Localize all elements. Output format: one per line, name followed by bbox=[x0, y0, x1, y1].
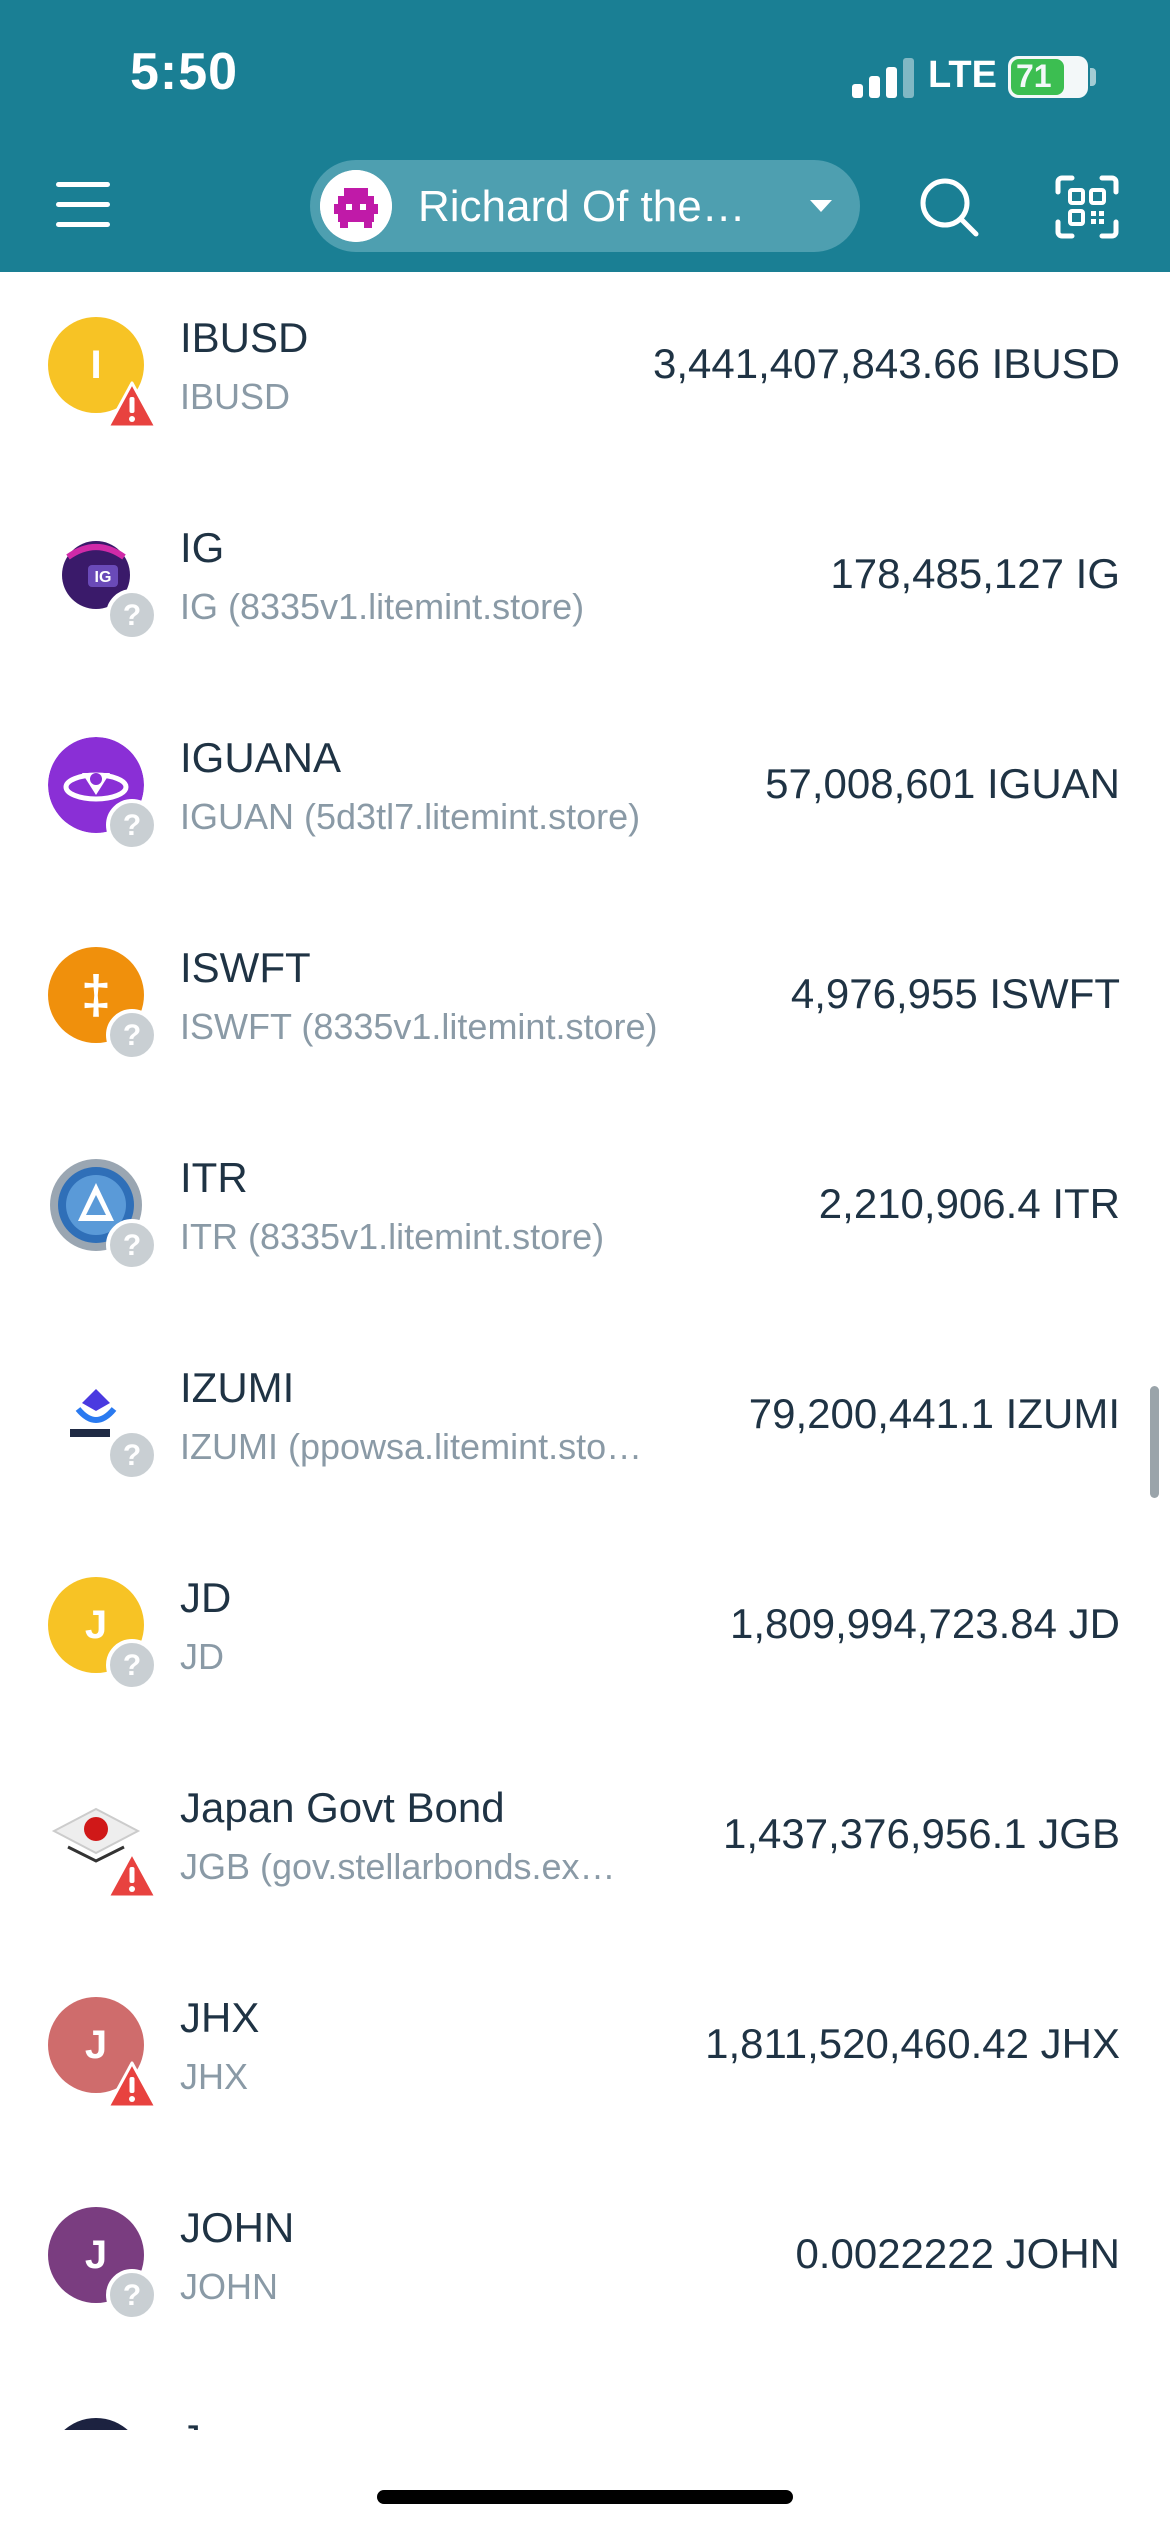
asset-issuer: JGB (gov.stellarbonds.ex… bbox=[180, 1846, 616, 1887]
asset-icon: ? bbox=[48, 1367, 158, 1481]
asset-issuer: IZUMI (ppowsa.litemint.sto… bbox=[180, 1426, 643, 1467]
network-type: LTE bbox=[928, 54, 997, 96]
asset-balance: 1,437,376,956.1 JGB bbox=[723, 1810, 1120, 1857]
list-item[interactable]: ? ITR ITR (8335v1.litemint.store) 2,210,… bbox=[0, 1112, 1170, 1322]
asset-balance: 178,485,127 IG bbox=[830, 550, 1120, 597]
asset-name: Japan Govt Bond bbox=[180, 1784, 505, 1831]
asset-issuer: ITR (8335v1.litemint.store) bbox=[180, 1216, 605, 1257]
asset-name: JOHN bbox=[180, 2204, 295, 2251]
asset-name: IZUMI bbox=[180, 1364, 295, 1411]
asset-balance: 57,008,601 IGUAN bbox=[765, 760, 1120, 807]
warning-icon bbox=[106, 381, 158, 429]
asset-balance: 1,809,994,723.84 JD bbox=[730, 1600, 1120, 1647]
battery-tip bbox=[1090, 68, 1096, 86]
asset-balance: 3,441,407,843.66 IBUSD bbox=[652, 340, 1120, 387]
asset-icon: ? bbox=[48, 1157, 158, 1271]
asset-balance: 79,200,441.1 IZUMI bbox=[748, 1390, 1120, 1437]
svg-text:?: ? bbox=[123, 1649, 141, 1682]
asset-name: J bbox=[180, 2416, 201, 2430]
list-item[interactable]: Japan Govt Bond JGB (gov.stellarbonds.ex… bbox=[0, 1742, 1170, 1952]
asset-issuer: JD bbox=[180, 1636, 224, 1677]
account-selector[interactable]: Richard Of the… bbox=[310, 160, 860, 252]
list-item[interactable]: J ? JOHN JOHN 0.0022222 JOHN bbox=[0, 2162, 1170, 2372]
asset-icon bbox=[48, 2418, 144, 2430]
top-header: 5:50 LTE 71 Richard Of the… bbox=[0, 0, 1170, 272]
list-item-partial[interactable]: J bbox=[0, 2410, 1170, 2430]
scrollbar[interactable] bbox=[1150, 1386, 1159, 1498]
search-icon[interactable] bbox=[916, 174, 982, 240]
warning-icon bbox=[106, 2061, 158, 2109]
asset-name: IG bbox=[180, 524, 225, 571]
asset-icon: ‡ ? bbox=[48, 947, 158, 1061]
warning-icon bbox=[106, 1851, 158, 1899]
asset-balance: 2,210,906.4 ITR bbox=[818, 1180, 1120, 1227]
svg-text:?: ? bbox=[123, 1019, 141, 1052]
account-avatar bbox=[320, 170, 392, 242]
question-icon: ? bbox=[106, 2269, 158, 2321]
asset-name: JHX bbox=[180, 1994, 260, 2041]
status-time: 5:50 bbox=[130, 43, 239, 101]
asset-balance: 0.0022222 JOHN bbox=[795, 2230, 1120, 2277]
asset-name: ISWFT bbox=[180, 944, 311, 991]
asset-list: I IBUSD IBUSD 3,441,407,843.66 IBUSD IG … bbox=[0, 272, 1170, 2420]
cellular-signal-icon bbox=[852, 58, 914, 98]
list-item[interactable]: J JHX JHX 1,811,520,460.42 JHX bbox=[0, 1952, 1170, 2162]
svg-text:?: ? bbox=[123, 2279, 141, 2312]
battery-level: 71 bbox=[1016, 58, 1052, 94]
chevron-down-icon bbox=[810, 200, 832, 212]
asset-issuer: IGUAN (5d3tl7.litemint.store) bbox=[180, 796, 641, 837]
question-icon: ? bbox=[106, 1429, 158, 1481]
svg-text:?: ? bbox=[123, 809, 141, 842]
asset-issuer: JHX bbox=[180, 2056, 249, 2097]
asset-balance: 4,976,955 ISWFT bbox=[790, 970, 1120, 1017]
asset-name: JD bbox=[180, 1574, 232, 1621]
asset-icon: J bbox=[48, 1997, 158, 2109]
list-item[interactable]: ‡ ? ISWFT ISWFT (8335v1.litemint.store) … bbox=[0, 902, 1170, 1112]
question-icon: ? bbox=[106, 589, 158, 641]
list-item[interactable]: J ? JD JD 1,809,994,723.84 JD bbox=[0, 1532, 1170, 1742]
asset-icon bbox=[48, 1787, 158, 1899]
asset-icon: J ? bbox=[48, 2207, 158, 2321]
account-name: Richard Of the… bbox=[418, 182, 746, 231]
status-bar: 5:50 LTE 71 bbox=[0, 0, 1170, 150]
asset-icon: IG ? bbox=[48, 527, 158, 641]
asset-name: IGUANA bbox=[180, 734, 342, 781]
svg-text:IG: IG bbox=[95, 569, 112, 586]
question-icon: ? bbox=[106, 1639, 158, 1691]
asset-issuer: JOHN bbox=[180, 2266, 278, 2307]
list-item[interactable]: ? IGUANA IGUAN (5d3tl7.litemint.store) 5… bbox=[0, 692, 1170, 902]
home-indicator[interactable] bbox=[377, 2490, 793, 2504]
asset-balance: 1,811,520,460.42 JHX bbox=[705, 2020, 1120, 2067]
svg-text:?: ? bbox=[123, 1229, 141, 1262]
battery-icon: 71 bbox=[1008, 56, 1088, 98]
asset-issuer: IBUSD bbox=[180, 376, 291, 417]
asset-icon: ? bbox=[48, 737, 158, 851]
asset-icon: I bbox=[48, 317, 158, 429]
question-icon: ? bbox=[106, 1009, 158, 1061]
asset-icon: J ? bbox=[48, 1577, 158, 1691]
hamburger-menu-icon[interactable] bbox=[52, 176, 116, 232]
asset-name: ITR bbox=[180, 1154, 248, 1201]
list-item[interactable]: I IBUSD IBUSD 3,441,407,843.66 IBUSD bbox=[0, 272, 1170, 482]
svg-text:?: ? bbox=[123, 1439, 141, 1472]
svg-text:?: ? bbox=[123, 599, 141, 632]
asset-issuer: ISWFT (8335v1.litemint.store) bbox=[180, 1006, 658, 1047]
question-icon: ? bbox=[106, 1219, 158, 1271]
qr-scan-icon[interactable] bbox=[1054, 174, 1120, 240]
list-item[interactable]: ? IZUMI IZUMI (ppowsa.litemint.sto… 79,2… bbox=[0, 1322, 1170, 1532]
list-item[interactable]: IG ? IG IG (8335v1.litemint.store) 178,4… bbox=[0, 482, 1170, 692]
asset-issuer: IG (8335v1.litemint.store) bbox=[180, 586, 585, 627]
question-icon: ? bbox=[106, 799, 158, 851]
asset-name: IBUSD bbox=[180, 314, 309, 361]
